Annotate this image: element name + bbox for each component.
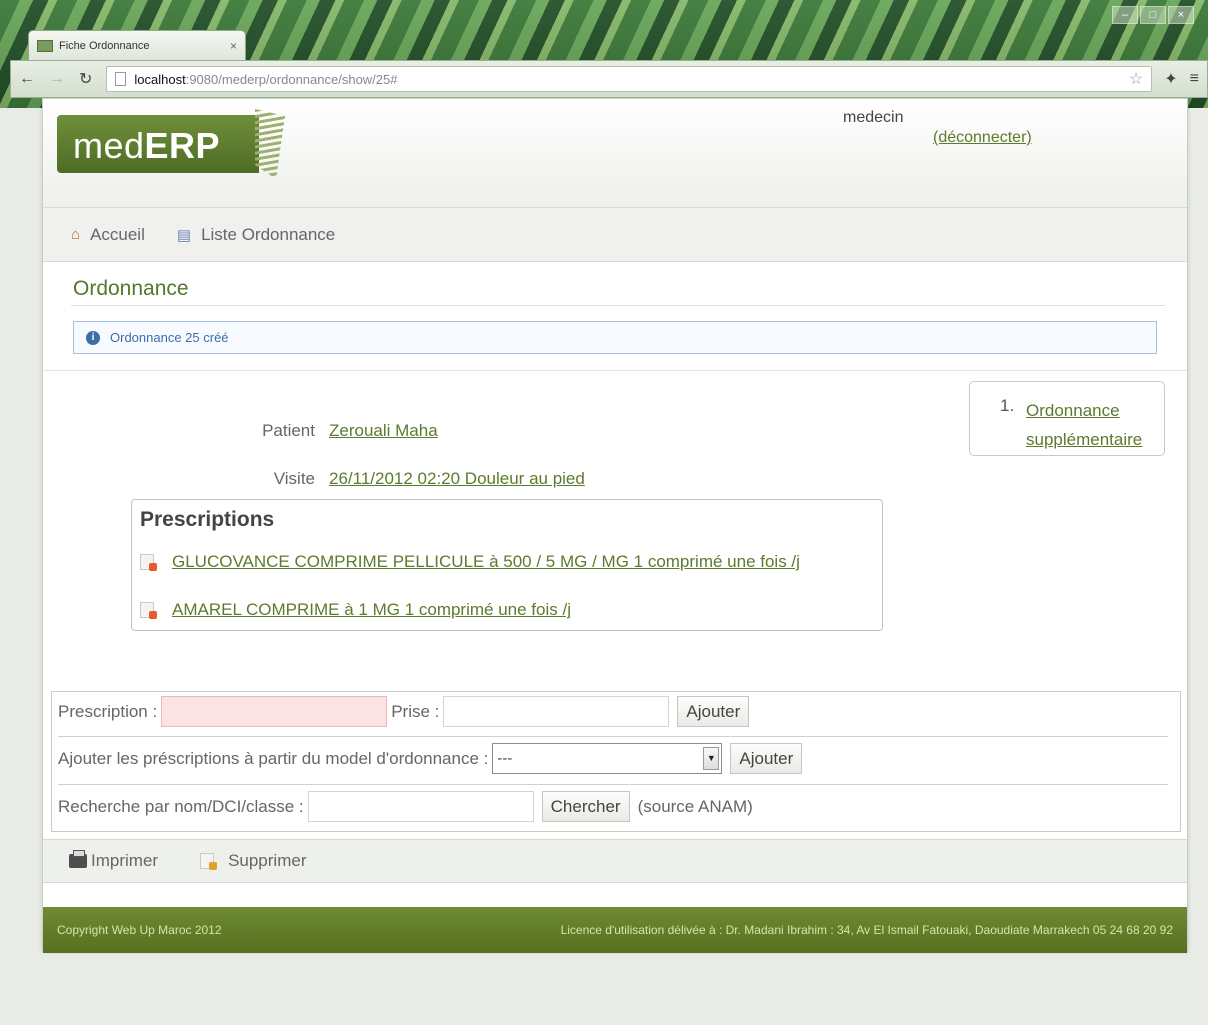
search-button[interactable]: Chercher	[541, 791, 630, 822]
visit-label: Visite	[273, 469, 315, 488]
app-header: medERP medecin (déconnecter)	[43, 99, 1187, 207]
prescriptions-box: Prescriptions GLUCOVANCE COMPRIME PELLIC…	[131, 499, 883, 631]
prise-label: Prise :	[391, 701, 440, 721]
model-row: Ajouter les préscriptions à partir du mo…	[52, 743, 1180, 774]
model-selected-value: ---	[497, 750, 513, 767]
add-from-model-button[interactable]: Ajouter	[730, 743, 803, 774]
prescription-link[interactable]: GLUCOVANCE COMPRIME PELLICULE à 500 / 5 …	[172, 552, 800, 572]
prise-input[interactable]	[443, 696, 670, 727]
url-path: :9080/mederp/ordonnance/show/25#	[185, 71, 398, 87]
status-message-text: Ordonnance 25 créé	[110, 330, 229, 345]
nav-list-ordonnance[interactable]: ▤ Liste Ordonnance	[177, 225, 335, 245]
list-icon: ▤	[176, 226, 192, 244]
logo-leaf-icon	[255, 109, 285, 179]
info-icon: i	[86, 330, 100, 345]
dropdown-arrow-icon[interactable]: ▼	[703, 747, 720, 770]
delete-prescription-icon[interactable]	[140, 554, 157, 571]
window-controls: – □ ×	[1112, 6, 1194, 24]
maximize-button[interactable]: □	[1140, 6, 1166, 24]
minimize-button[interactable]: –	[1112, 6, 1138, 24]
search-label: Recherche par nom/DCI/classe :	[58, 796, 304, 816]
nav-home[interactable]: ⌂ Accueil	[71, 225, 145, 245]
search-row: Recherche par nom/DCI/classe : Chercher …	[52, 791, 1180, 822]
print-action[interactable]: Imprimer	[69, 850, 159, 871]
logout-link[interactable]: (déconnecter)	[933, 129, 1032, 147]
url-host: localhost	[134, 71, 186, 87]
prescription-link[interactable]: AMAREL COMPRIME à 1 MG 1 comprimé une fo…	[172, 600, 571, 620]
model-select[interactable]: --- ▼	[492, 743, 723, 774]
app-footer: Copyright Web Up Maroc 2012 Licence d'ut…	[43, 907, 1187, 953]
forward-arrow-icon[interactable]: →	[49, 70, 65, 88]
mederp-logo[interactable]: medERP	[57, 115, 259, 173]
menu-icon[interactable]: ≡	[1190, 70, 1199, 88]
logo-text-light: med	[73, 125, 145, 166]
page-icon	[115, 72, 127, 86]
form-divider	[58, 784, 1168, 785]
page-favicon-icon	[37, 39, 53, 52]
bookmark-star-icon[interactable]: ☆	[1129, 69, 1143, 89]
delete-prescription-icon[interactable]	[140, 602, 157, 619]
page-container: medERP medecin (déconnecter) ⌂ Accueil ▤…	[42, 98, 1188, 953]
delete-label: Supprimer	[228, 851, 307, 870]
address-bar[interactable]: localhost :9080/mederp/ordonnance/show/2…	[106, 66, 1153, 92]
model-label: Ajouter les préscriptions à partir du mo…	[58, 748, 489, 768]
link-line-2: supplémentaire	[1026, 430, 1143, 449]
delete-icon	[200, 853, 218, 870]
patient-link[interactable]: Zerouali Maha	[329, 421, 438, 441]
back-arrow-icon[interactable]: ←	[19, 70, 35, 88]
main-nav: ⌂ Accueil ▤ Liste Ordonnance	[43, 207, 1187, 262]
extension-icon[interactable]: ✦	[1164, 69, 1177, 89]
supplementary-ordonnance-link[interactable]: Ordonnance supplémentaire	[1026, 396, 1142, 454]
prescription-input[interactable]	[161, 696, 388, 727]
related-link-number: 1.	[1000, 396, 1015, 415]
search-input[interactable]	[307, 791, 534, 822]
copyright: Copyright Web Up Maroc 2012	[57, 923, 222, 937]
nav-list-label: Liste Ordonnance	[201, 224, 336, 244]
logo-text-bold: ERP	[144, 125, 221, 166]
form-divider	[58, 736, 1168, 737]
patient-label: Patient	[262, 421, 315, 440]
section-divider	[43, 370, 1187, 371]
prescription-item: AMAREL COMPRIME à 1 MG 1 comprimé une fo…	[140, 600, 571, 620]
username: medecin	[843, 109, 904, 126]
prescription-label: Prescription :	[58, 701, 158, 721]
reload-icon[interactable]: ↻	[79, 69, 92, 89]
printer-icon	[69, 850, 87, 868]
prescription-form: Prescription : Prise : Ajouter Ajouter l…	[51, 691, 1181, 832]
browser-tab[interactable]: Fiche Ordonnance ×	[28, 30, 246, 60]
prescription-item: GLUCOVANCE COMPRIME PELLICULE à 500 / 5 …	[140, 552, 800, 572]
actions-bar: Imprimer Supprimer	[43, 839, 1187, 883]
source-note: (source ANAM)	[637, 796, 753, 816]
title-divider	[71, 305, 1165, 306]
link-line-1: Ordonnance	[1026, 401, 1120, 420]
nav-home-label: Accueil	[90, 224, 145, 244]
tab-title: Fiche Ordonnance	[59, 39, 150, 52]
home-icon: ⌂	[71, 226, 81, 243]
browser-toolbar: ← → ↻ localhost :9080/mederp/ordonnance/…	[10, 60, 1208, 98]
license-info: Licence d'utilisation délivée à : Dr. Ma…	[560, 923, 1173, 937]
delete-action[interactable]: Supprimer	[200, 851, 306, 871]
close-window-button[interactable]: ×	[1168, 6, 1194, 24]
visit-link[interactable]: 26/11/2012 02:20 Douleur au pied	[329, 469, 585, 489]
page-title: Ordonnance	[73, 277, 189, 300]
add-prescription-button[interactable]: Ajouter	[677, 696, 750, 727]
prescriptions-title: Prescriptions	[140, 508, 275, 531]
print-label: Imprimer	[91, 851, 159, 870]
related-links-box: 1. Ordonnance supplémentaire	[969, 381, 1165, 456]
prescription-row: Prescription : Prise : Ajouter	[52, 696, 1180, 727]
status-message: i Ordonnance 25 créé	[73, 321, 1157, 354]
tab-close-icon[interactable]: ×	[230, 39, 237, 53]
